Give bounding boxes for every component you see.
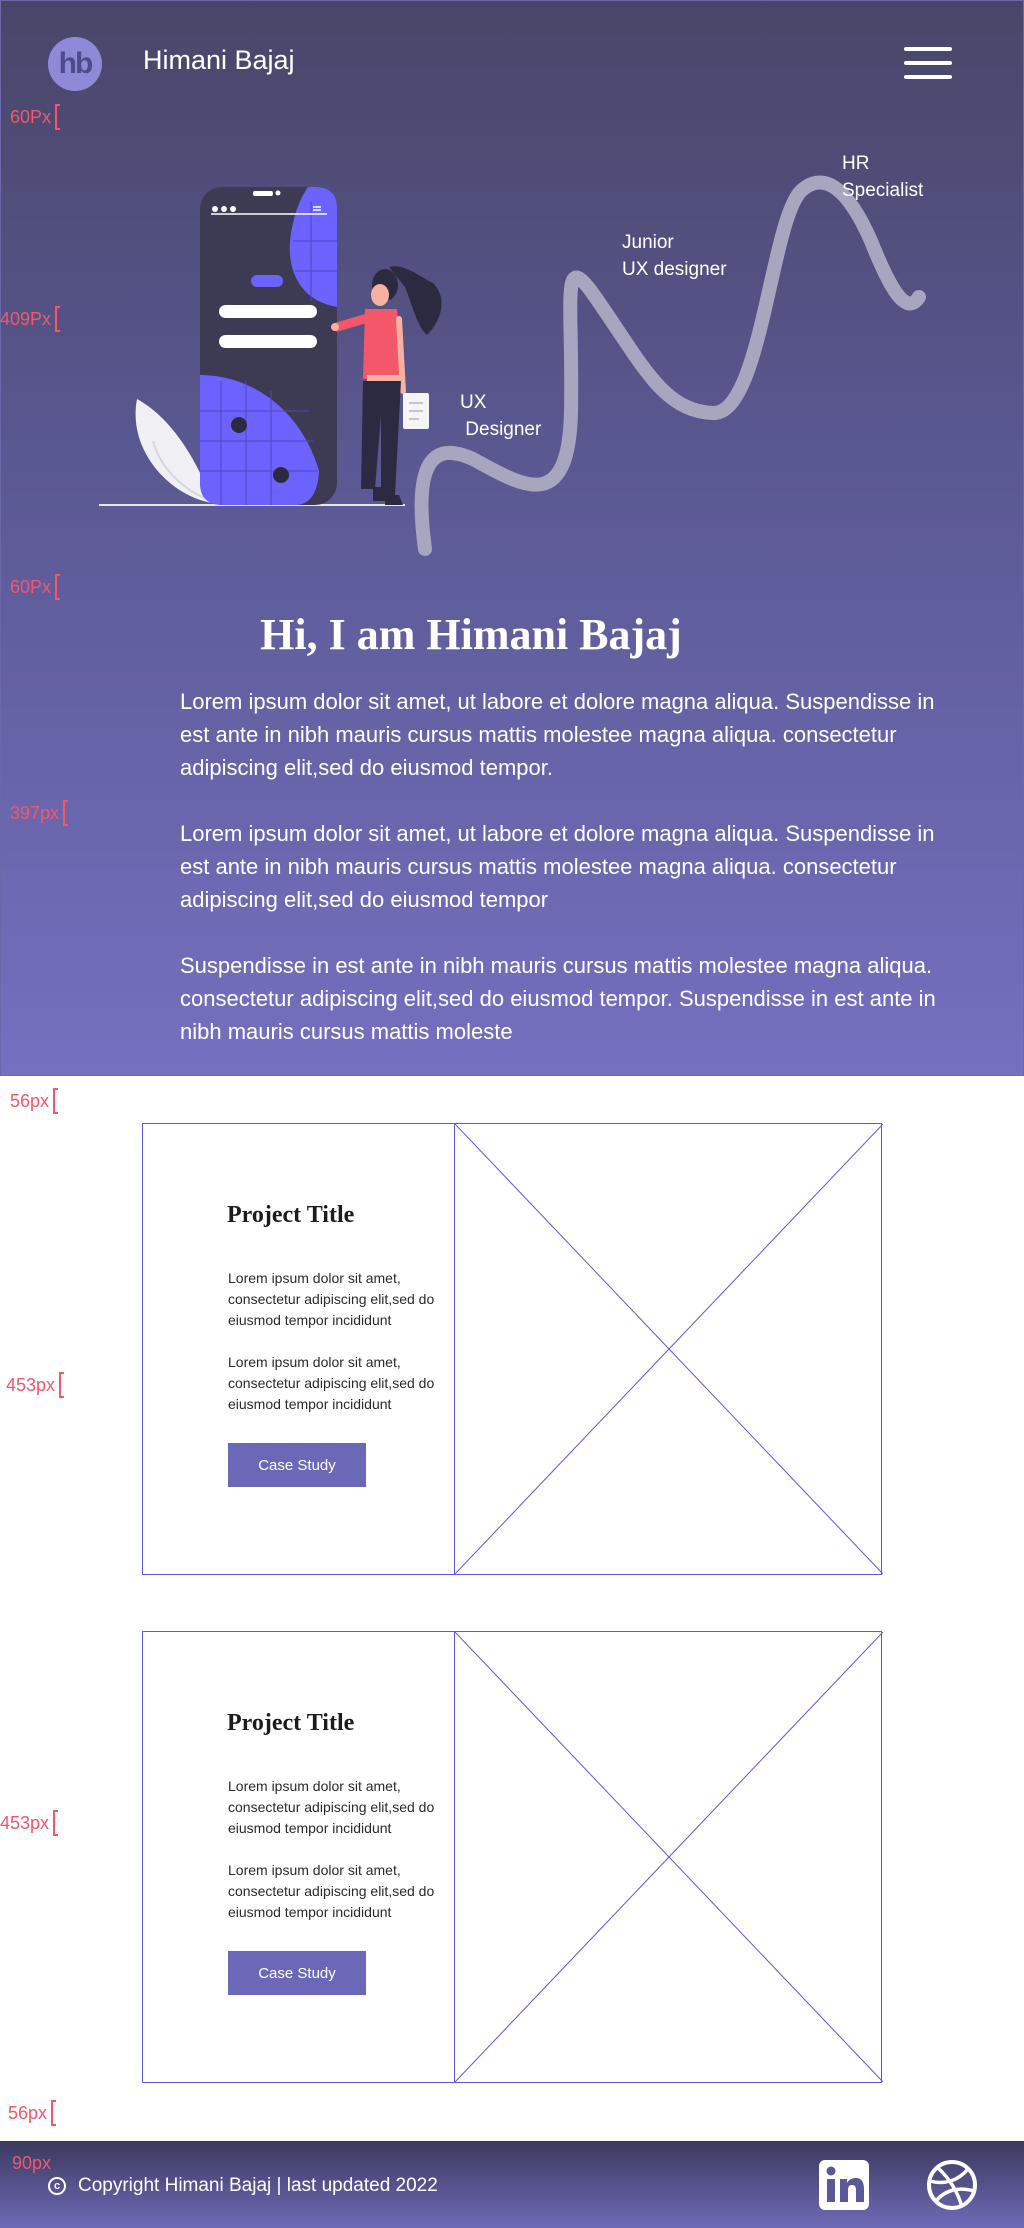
spec-label: 397px bbox=[10, 800, 69, 826]
project-description: Lorem ipsum dolor sit amet, consectetur … bbox=[228, 1270, 435, 1328]
linkedin-icon[interactable] bbox=[818, 2159, 870, 2211]
hero-paragraph-1: Lorem ipsum dolor sit amet, ut labore et… bbox=[180, 689, 935, 780]
project-description: Lorem ipsum dolor sit amet, consectetur … bbox=[228, 1862, 435, 1920]
dribbble-icon[interactable] bbox=[926, 2159, 978, 2211]
project-card: Project Title Lorem ipsum dolor sit amet… bbox=[142, 1631, 883, 2083]
career-label-hr-specialist: HR Specialist bbox=[842, 153, 924, 201]
project-title: Project Title bbox=[227, 1710, 355, 1736]
spec-label: 60Px bbox=[10, 104, 61, 130]
spec-label: 56px bbox=[10, 1088, 59, 1114]
project-description: Lorem ipsum dolor sit amet, consectetur … bbox=[228, 1354, 435, 1412]
spec-label: 453px bbox=[6, 1372, 65, 1398]
image-placeholder bbox=[455, 1124, 883, 1574]
project-card: Project Title Lorem ipsum dolor sit amet… bbox=[142, 1123, 883, 1575]
hero-paragraph-2: Lorem ipsum dolor sit amet, ut labore et… bbox=[180, 821, 935, 912]
spec-label: 56px bbox=[8, 2100, 57, 2126]
hero-paragraph-3: Suspendisse in est ante in nibh mauris c… bbox=[180, 953, 936, 1044]
copyright-icon: c bbox=[48, 2177, 66, 2195]
case-study-button[interactable]: Case Study bbox=[228, 1443, 366, 1487]
image-placeholder bbox=[455, 1632, 883, 2082]
spec-label: 453px bbox=[0, 1810, 59, 1836]
spec-label: 60Px bbox=[10, 574, 61, 600]
copyright-label: Copyright Himani Bajaj | last updated 20… bbox=[78, 2175, 438, 2196]
project-title: Project Title bbox=[227, 1202, 355, 1228]
career-label-junior-ux-designer: Junior UX designer bbox=[622, 232, 727, 280]
career-label-ux-designer: UX Designer bbox=[460, 392, 542, 440]
hero-illustration bbox=[99, 175, 926, 556]
spec-label: 409Px bbox=[0, 306, 61, 332]
hero-section: hb Himani Bajaj UX Designer Junior UX de… bbox=[0, 0, 1024, 1076]
hero-headline: Hi, I am Himani Bajaj bbox=[260, 610, 682, 659]
project-description: Lorem ipsum dolor sit amet, consectetur … bbox=[228, 1778, 435, 1836]
case-study-button[interactable]: Case Study bbox=[228, 1951, 366, 1995]
footer: c Copyright Himani Bajaj | last updated … bbox=[0, 2141, 1024, 2228]
copyright-text: c Copyright Himani Bajaj | last updated … bbox=[48, 2175, 438, 2197]
spec-label: 90px bbox=[12, 2153, 52, 2173]
